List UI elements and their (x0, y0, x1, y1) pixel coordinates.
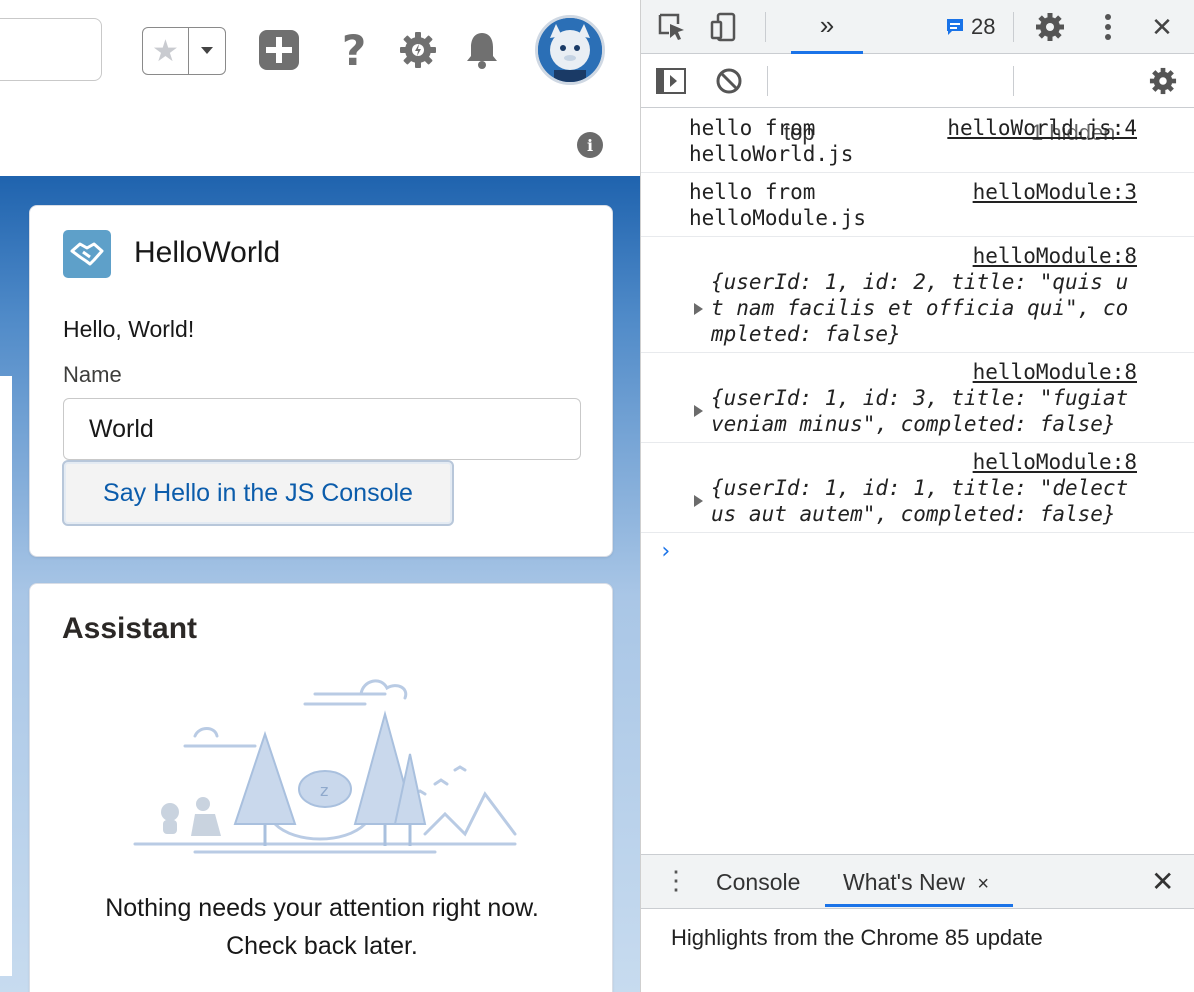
chevron-down-icon[interactable] (189, 28, 225, 74)
svg-text:z: z (320, 781, 328, 800)
message-count: 28 (971, 14, 996, 39)
card-title: HelloWorld (134, 236, 281, 269)
tab-whats-new-label: What's New (843, 869, 965, 895)
object-preview-line[interactable]: {userId: 1, id: 3, title: "fugiat (711, 385, 1128, 411)
object-preview-line[interactable]: t nam facilis et officia qui", co (711, 295, 1128, 321)
message-icon (947, 19, 963, 35)
console-prompt[interactable]: › (659, 539, 672, 564)
sidebar-toggle-icon[interactable] (655, 66, 687, 96)
plus-icon[interactable] (255, 26, 303, 74)
whats-new-highlight: Highlights from the Chrome 85 update (671, 925, 1043, 950)
salesforce-pane: ★ ? i HelloWorld Hello, World! Name Worl… (0, 0, 640, 992)
toolbar-divider (1013, 12, 1014, 42)
close-tab-icon[interactable]: × (977, 873, 989, 895)
toolbar-divider (765, 12, 766, 42)
help-icon[interactable]: ? (330, 26, 378, 75)
assistant-title: Assistant (62, 612, 198, 645)
console-object-row: helloModule:8 {userId: 1, id: 1, title: … (641, 443, 1194, 533)
info-icon[interactable]: i (577, 132, 603, 158)
drawer-menu-icon[interactable]: ⋮ (663, 865, 689, 896)
expand-triangle-icon[interactable] (694, 405, 703, 417)
log-source-link[interactable]: helloModule:3 (973, 179, 1137, 205)
greeting-text: Hello, World! (63, 316, 195, 342)
close-devtools-icon[interactable]: ✕ (1145, 10, 1179, 44)
log-message-line1: hello from (689, 180, 816, 204)
hello-world-card: HelloWorld Hello, World! Name Say Hello … (29, 205, 613, 557)
object-preview-line[interactable]: veniam minus", completed: false} (711, 411, 1116, 437)
console-object-row: helloModule:8 {userId: 1, id: 3, title: … (641, 353, 1194, 443)
console-settings-gear-icon[interactable] (1147, 65, 1179, 97)
tab-console[interactable]: Console (716, 869, 800, 896)
kebab-menu-icon[interactable] (1093, 10, 1123, 44)
star-icon[interactable]: ★ (143, 28, 189, 74)
hammock-illustration: z (125, 674, 525, 874)
object-preview-line[interactable]: us aut autem", completed: false} (711, 501, 1116, 527)
log-message-line2: helloWorld.js (689, 142, 854, 166)
expand-triangle-icon[interactable] (694, 495, 703, 507)
global-header: ★ ? i (0, 0, 640, 176)
tab-whats-new[interactable]: What's New × (825, 869, 1013, 907)
devtools-main-toolbar: » 28 ✕ (641, 0, 1194, 54)
console-toolbar: top 1 hidden (641, 54, 1194, 145)
log-source-link[interactable]: helloModule:8 (973, 243, 1137, 269)
console-output: hello from helloWorld.js helloWorld.js:4… (641, 109, 1194, 854)
close-drawer-icon[interactable]: ✕ (1151, 865, 1174, 898)
bell-icon[interactable] (458, 26, 506, 74)
setup-gear-icon[interactable] (394, 26, 442, 74)
object-preview-line[interactable]: {userId: 1, id: 1, title: "delect (711, 475, 1128, 501)
clear-console-icon[interactable] (713, 66, 745, 96)
handshake-icon (63, 230, 111, 278)
empty-state-message-line2: Check back later. (226, 932, 418, 960)
toolbar-divider (1013, 66, 1014, 96)
assistant-card: Assistant z Nothing needs your attention… (29, 583, 613, 992)
log-source-link[interactable]: helloModule:8 (973, 359, 1137, 385)
inspect-element-icon[interactable] (655, 10, 689, 44)
left-column-edge (0, 376, 12, 976)
toolbar-divider (767, 66, 768, 96)
console-object-row: helloModule:8 {userId: 1, id: 2, title: … (641, 237, 1194, 353)
object-preview-line[interactable]: {userId: 1, id: 2, title: "quis u (711, 269, 1128, 295)
expand-triangle-icon[interactable] (694, 303, 703, 315)
console-log-row: hello from helloModule.js helloModule:3 (641, 173, 1194, 237)
devtools-drawer: ⋮ Console What's New × ✕ Highlights from… (641, 854, 1194, 992)
global-search-input[interactable] (0, 18, 102, 81)
device-toolbar-icon[interactable] (707, 10, 741, 44)
console-messages-badge[interactable]: 28 (945, 12, 995, 42)
drawer-tab-bar: ⋮ Console What's New × ✕ (641, 855, 1194, 909)
log-message-line1: hello from (689, 116, 816, 140)
name-input[interactable] (63, 398, 581, 460)
devtools-pane: » 28 ✕ top 1 hidden hello from helloWorl… (640, 0, 1194, 992)
console-log-row: hello from helloWorld.js helloWorld.js:4 (641, 109, 1194, 173)
favorites-button-group: ★ (142, 27, 226, 75)
log-message-line2: helloModule.js (689, 206, 867, 230)
say-hello-button[interactable]: Say Hello in the JS Console (62, 460, 454, 526)
log-source-link[interactable]: helloModule:8 (973, 449, 1137, 475)
avatar[interactable] (535, 15, 605, 85)
name-label: Name (63, 362, 122, 387)
log-source-link[interactable]: helloWorld.js:4 (947, 115, 1137, 141)
more-tabs-button[interactable]: » (791, 0, 863, 54)
empty-state-message-line1: Nothing needs your attention right now. (105, 894, 539, 922)
object-preview-line[interactable]: mpleted: false} (711, 321, 901, 347)
settings-gear-icon[interactable] (1033, 10, 1067, 44)
